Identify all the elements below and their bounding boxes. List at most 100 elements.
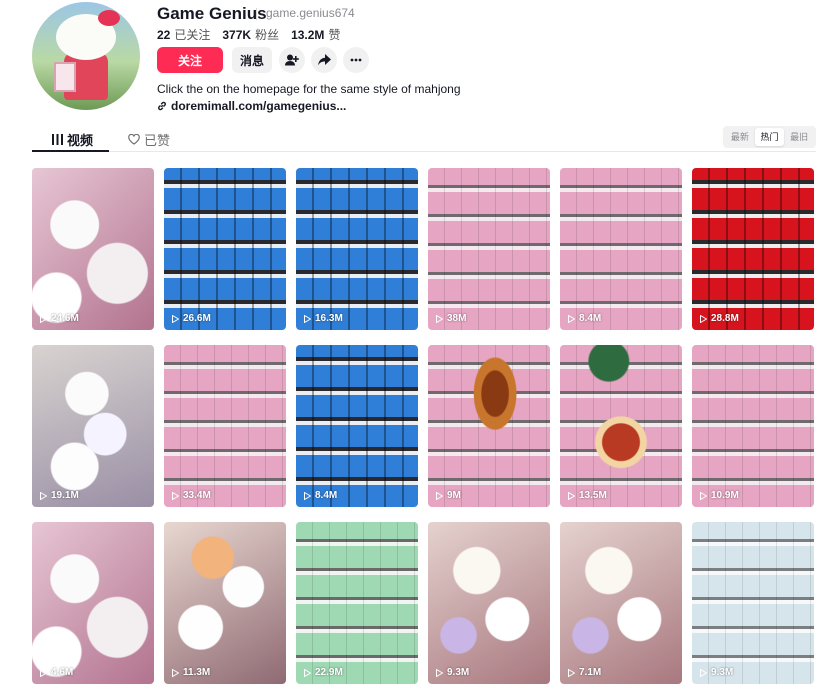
video-card[interactable]: 22.9M [296, 522, 418, 684]
video-view-count-text: 9M [447, 490, 461, 501]
video-view-count-text: 38M [447, 313, 467, 324]
video-card[interactable]: 28.8M [692, 168, 814, 330]
video-view-count: 38M [436, 313, 466, 324]
video-view-count-text: 28.8M [711, 313, 739, 324]
video-view-count: 8.4M [568, 313, 601, 324]
video-view-count: 28.8M [700, 313, 739, 324]
play-icon [40, 668, 47, 677]
video-card[interactable]: 9M [428, 345, 550, 507]
sort-oldest[interactable]: 最旧 [784, 128, 814, 146]
video-view-count-text: 26.6M [183, 313, 211, 324]
video-view-count-text: 19.1M [51, 490, 79, 501]
play-icon [172, 668, 179, 677]
tab-liked-label: 已赞 [144, 133, 171, 148]
video-view-count: 8.4M [304, 490, 337, 501]
profile-link[interactable]: doremimall.com/gamegenius... [157, 99, 346, 113]
video-view-count: 19.1M [40, 490, 79, 501]
name-divider [256, 8, 257, 20]
video-grid: 24.6M 26.6M 16.3M 38M 8.4M 28.8M 19.1M 33.4M 8.4… [32, 168, 814, 684]
tab-videos-label: 视频 [67, 133, 94, 148]
share-button[interactable] [311, 47, 337, 73]
sort-popular[interactable]: 热门 [754, 128, 785, 146]
play-icon [436, 314, 443, 323]
video-card[interactable]: 26.6M [164, 168, 286, 330]
video-view-count-text: 7.1M [579, 667, 602, 678]
video-card[interactable]: 9.3M [428, 522, 550, 684]
heart-outline-icon [128, 134, 140, 145]
message-button[interactable]: 消息 [232, 47, 272, 73]
play-icon [700, 668, 707, 677]
video-card[interactable]: 10.9M [692, 345, 814, 507]
video-view-count-text: 22.9M [315, 667, 343, 678]
video-card[interactable]: 9.3M [692, 522, 814, 684]
play-icon [40, 314, 47, 323]
profile-tabs: 视频 已赞 最新 热门 最旧 [32, 124, 816, 152]
play-icon [172, 491, 179, 500]
video-card[interactable]: 13.5M [560, 345, 682, 507]
video-view-count: 11.3M [172, 667, 210, 678]
tab-liked[interactable]: 已赞 [128, 130, 170, 149]
sort-toggle: 最新 热门 最旧 [723, 126, 816, 148]
video-card[interactable]: 24.6M [32, 168, 154, 330]
play-icon [568, 491, 575, 500]
video-view-count-text: 24.6M [51, 313, 79, 324]
profile-link-text: doremimall.com/gamegenius... [171, 99, 347, 113]
stat-likes: 13.2M 赞 [291, 28, 341, 42]
video-view-count: 13.5M [568, 490, 607, 501]
stat-following[interactable]: 22 已关注 [157, 26, 210, 43]
profile-stats: 22 已关注 377K 粉丝 13.2M 赞 [157, 26, 340, 43]
play-icon [40, 491, 47, 500]
video-card[interactable]: 4.6M [32, 522, 154, 684]
video-view-count-text: 33.4M [183, 490, 211, 501]
video-view-count: 24.6M [40, 313, 79, 324]
video-card[interactable]: 38M [428, 168, 550, 330]
play-icon [304, 314, 311, 323]
play-icon [304, 668, 311, 677]
video-view-count-text: 13.5M [579, 490, 607, 501]
play-icon [436, 668, 443, 677]
video-view-count: 16.3M [304, 313, 343, 324]
active-tab-indicator [32, 150, 109, 152]
link-icon [158, 101, 166, 111]
play-icon [568, 668, 575, 677]
video-view-count-text: 8.4M [579, 313, 602, 324]
stat-followers[interactable]: 377K 粉丝 [222, 26, 279, 43]
video-view-count: 33.4M [172, 490, 211, 501]
video-view-count: 9.3M [436, 667, 469, 678]
video-card[interactable]: 33.4M [164, 345, 286, 507]
add-user-icon [285, 54, 299, 66]
video-card[interactable]: 19.1M [32, 345, 154, 507]
more-options-button[interactable] [343, 47, 369, 73]
play-icon [700, 314, 707, 323]
video-view-count: 9.3M [700, 667, 733, 678]
video-view-count-text: 9.3M [711, 667, 734, 678]
video-card[interactable]: 7.1M [560, 522, 682, 684]
video-card[interactable]: 8.4M [296, 345, 418, 507]
video-card[interactable]: 8.4M [560, 168, 682, 330]
tab-videos[interactable]: 视频 [52, 130, 93, 149]
grid-icon [52, 134, 63, 145]
avatar-figure-sign [54, 62, 76, 92]
play-icon [172, 314, 179, 323]
profile-bio: Click the on the homepage for the same s… [157, 82, 461, 96]
profile-name: Game Genius [157, 4, 267, 23]
follow-button[interactable]: 关注 [157, 47, 223, 73]
video-view-count: 26.6M [172, 313, 211, 324]
play-icon [568, 314, 575, 323]
play-icon [304, 491, 311, 500]
video-view-count: 9M [436, 490, 461, 501]
profile-avatar [32, 2, 140, 110]
sort-latest[interactable]: 最新 [725, 128, 755, 146]
video-view-count-text: 9.3M [447, 667, 470, 678]
video-view-count: 22.9M [304, 667, 343, 678]
play-icon [700, 491, 707, 500]
add-friend-button[interactable] [279, 47, 305, 73]
video-view-count: 4.6M [40, 667, 73, 678]
video-view-count-text: 10.9M [711, 490, 739, 501]
video-view-count: 10.9M [700, 490, 739, 501]
video-card[interactable]: 11.3M [164, 522, 286, 684]
ellipsis-icon [350, 58, 362, 62]
video-view-count-text: 11.3M [183, 667, 211, 678]
video-card[interactable]: 16.3M [296, 168, 418, 330]
video-view-count-text: 8.4M [315, 490, 338, 501]
